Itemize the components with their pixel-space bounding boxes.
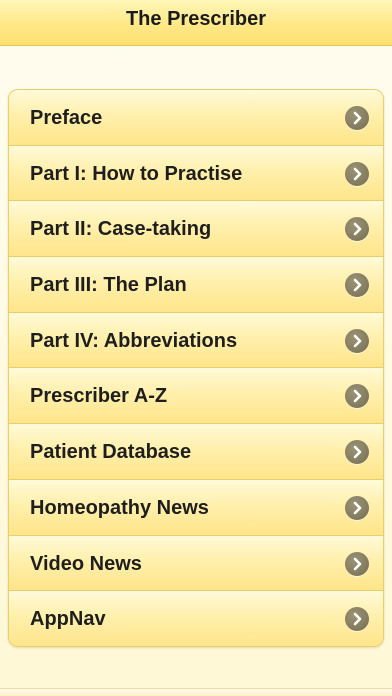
menu-item-label: Homeopathy News [30,496,209,519]
bottom-bar-edge [0,688,392,696]
chevron-right-icon [345,440,369,465]
menu-item-homeopathy-news[interactable]: Homeopathy News [9,479,383,536]
chevron-right-icon [345,495,369,520]
menu-item-how-to-practise[interactable]: Part I: How to Practise [9,145,383,202]
menu-item-label: Video News [30,552,142,575]
menu-item-the-plan[interactable]: Part III: The Plan [9,257,383,313]
chevron-right-icon [345,273,369,298]
menu-item-abbreviations[interactable]: Part IV: Abbreviations [9,312,383,369]
menu-item-case-taking[interactable]: Part II: Case-taking [9,201,383,258]
menu-item-label: Patient Database [30,441,192,464]
chevron-right-icon [345,384,369,409]
chevron-right-icon [345,217,369,242]
page-title: The Prescriber [125,8,267,30]
chevron-right-icon [345,106,369,130]
menu-item-video-news[interactable]: Video News [9,535,383,592]
navigation-bar: The Prescriber [0,0,392,46]
menu-item-label: Part III: The Plan [30,274,187,297]
chevron-right-icon [345,328,369,353]
menu-item-label: AppNav [30,608,106,631]
menu-item-label: Part IV: Abbreviations [30,329,238,352]
menu-item-patient-database[interactable]: Patient Database [9,424,383,480]
menu-item-label: Part I: How to Practise [30,162,243,185]
chevron-right-icon [345,161,369,186]
menu-item-appnav[interactable]: AppNav [9,591,383,646]
menu-item-label: Part II: Case-taking [30,218,212,241]
chevron-right-icon [345,551,369,576]
menu-item-label: Prescriber A-Z [30,385,168,408]
menu-item-label: Preface [30,107,103,129]
main-menu: Preface Part I: How to Practise Part II:… [8,89,384,647]
chevron-right-icon [345,607,369,632]
menu-item-preface[interactable]: Preface [9,90,383,146]
menu-item-prescriber-a-z[interactable]: Prescriber A-Z [9,368,383,425]
